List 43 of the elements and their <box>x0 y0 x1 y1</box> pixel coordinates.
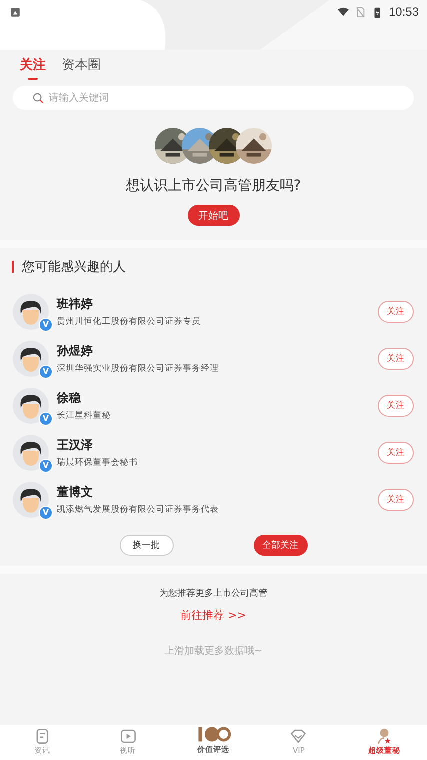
diamond-icon <box>290 728 308 745</box>
verified-badge: V <box>39 458 53 472</box>
person-name: 徐稳 <box>57 390 82 406</box>
clock: 10:53 <box>388 5 419 19</box>
person-title: 贵州川恒化工股份有限公司证券专员 <box>57 316 202 328</box>
person-star-icon <box>376 728 393 745</box>
person-title: 深圳华强实业股份有限公司证券事务经理 <box>57 362 220 374</box>
tab[interactable]: 资本圈 <box>62 56 101 80</box>
follow-button[interactable]: 关注 <box>378 488 414 510</box>
verified-badge: V <box>39 364 53 378</box>
recommend-link[interactable]: 前往推荐 >> <box>180 608 246 623</box>
play-icon <box>120 728 137 745</box>
avatar-icon <box>13 340 49 376</box>
follow-button[interactable]: 关注 <box>378 442 414 464</box>
avatar-icon <box>13 482 49 518</box>
follow-all-button[interactable]: 全部关注 <box>254 535 308 556</box>
wifi-icon <box>338 6 349 18</box>
person-name: 孙煜婷 <box>57 342 94 360</box>
person-title: 凯添燃气发展股份有限公司证券事务代表 <box>57 504 220 516</box>
tab[interactable]: 关注 <box>20 56 46 80</box>
verified-badge: V <box>39 318 53 332</box>
avatar-icon <box>13 388 49 424</box>
search-field[interactable]: 请输入关键词 <box>13 86 414 110</box>
no-sim-icon <box>354 6 366 18</box>
section-title: 您可能感兴趣的人 <box>22 259 126 276</box>
recommend-text: 为您推荐更多上市公司高管 <box>160 588 268 600</box>
verified-badge: V <box>39 412 53 426</box>
follow-button[interactable]: 关注 <box>378 300 414 322</box>
logo-icon <box>196 725 232 744</box>
person-name: 董博文 <box>57 484 94 500</box>
invite-question: 想认识上市公司高管朋友吗? <box>126 177 302 195</box>
person-name: 王汉泽 <box>57 436 94 454</box>
load-more-hint: 上滑加载更多数据哦~ <box>164 644 263 658</box>
follow-button[interactable]: 关注 <box>378 394 414 416</box>
avatar-icon <box>13 294 49 330</box>
verified-badge: V <box>39 506 53 520</box>
person-name: 班祎婷 <box>57 296 94 312</box>
start-button[interactable]: 开始吧 <box>188 205 240 226</box>
person-title: 长江星科董秘 <box>57 410 112 422</box>
follow-button[interactable]: 关注 <box>378 348 414 370</box>
avatar-icon <box>13 434 49 470</box>
refresh-button[interactable]: 换一批 <box>120 535 174 556</box>
person-title: 瑞晨环保董事会秘书 <box>57 456 139 468</box>
